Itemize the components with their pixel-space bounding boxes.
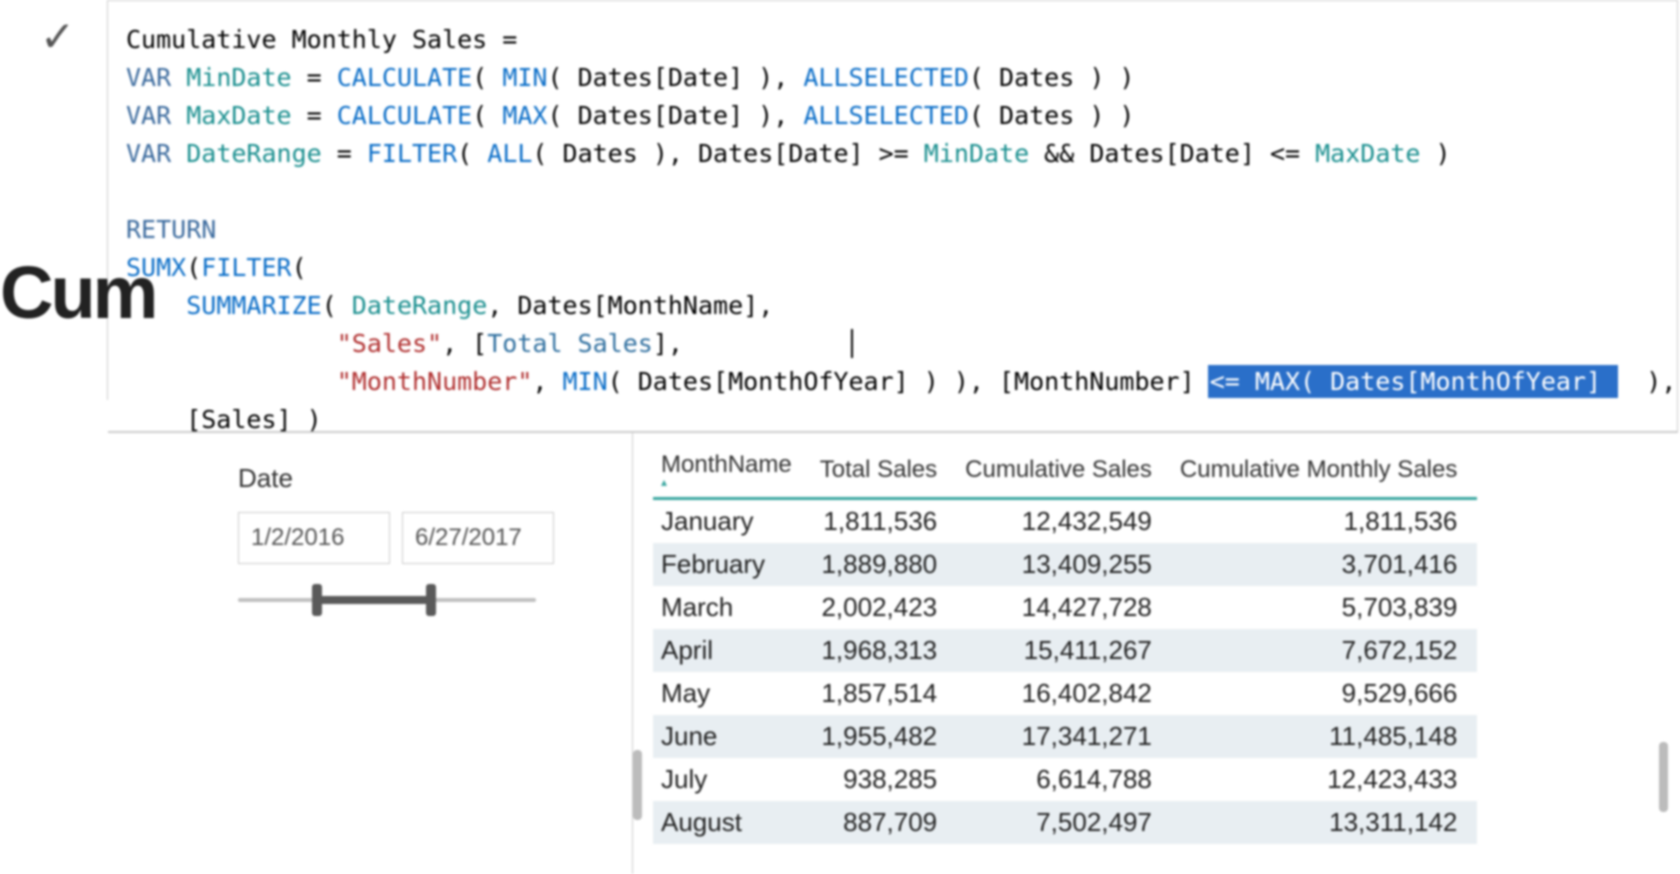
cell-value: 938,285: [812, 758, 957, 801]
cell-value: 13,409,255: [957, 543, 1172, 586]
cell-value: 11,485,148: [1172, 715, 1477, 758]
slider-handle-end[interactable]: [426, 584, 436, 616]
cell-month: June: [653, 715, 812, 758]
table-row[interactable]: July938,2856,614,78812,423,433: [653, 758, 1477, 801]
cell-month: March: [653, 586, 812, 629]
cell-month: May: [653, 672, 812, 715]
commit-check-icon[interactable]: ✓: [40, 12, 75, 61]
column-header[interactable]: Cumulative Sales: [957, 443, 1172, 499]
data-table[interactable]: MonthNameTotal SalesCumulative SalesCumu…: [633, 433, 1678, 874]
cell-value: 14,427,728: [957, 586, 1172, 629]
date-slicer[interactable]: Date 1/2/2016 6/27/2017: [108, 433, 633, 874]
cell-value: 887,709: [812, 801, 957, 844]
cell-value: 15,411,267: [957, 629, 1172, 672]
cell-value: 1,968,313: [812, 629, 957, 672]
table-row[interactable]: January1,811,53612,432,5491,811,536: [653, 499, 1477, 544]
cell-month: April: [653, 629, 812, 672]
column-header[interactable]: Cumulative Monthly Sales: [1172, 443, 1477, 499]
slider-handle-start[interactable]: [312, 584, 322, 616]
cell-value: 5,703,839: [1172, 586, 1477, 629]
cell-value: 13,311,142: [1172, 801, 1477, 844]
formula-gutter: ✓: [0, 0, 108, 400]
cell-value: 1,955,482: [812, 715, 957, 758]
report-canvas: Date 1/2/2016 6/27/2017 MonthNameTotal S…: [108, 432, 1678, 874]
cell-value: 9,529,666: [1172, 672, 1477, 715]
cell-value: 1,811,536: [1172, 499, 1477, 544]
scrollbar-right-thumb[interactable]: [1659, 742, 1668, 812]
column-header[interactable]: MonthName: [653, 443, 812, 499]
date-end-input[interactable]: 6/27/2017: [402, 512, 554, 564]
cell-value: 17,341,271: [957, 715, 1172, 758]
table-row[interactable]: August887,7097,502,49713,311,142: [653, 801, 1477, 844]
cell-value: 1,889,880: [812, 543, 957, 586]
cell-value: 7,502,497: [957, 801, 1172, 844]
cell-value: 16,402,842: [957, 672, 1172, 715]
scrollbar-left-thumb[interactable]: [633, 750, 642, 820]
cell-value: 12,423,433: [1172, 758, 1477, 801]
cell-value: 3,701,416: [1172, 543, 1477, 586]
cell-month: August: [653, 801, 812, 844]
cell-value: 1,857,514: [812, 672, 957, 715]
cell-month: January: [653, 499, 812, 544]
cell-month: July: [653, 758, 812, 801]
table-row[interactable]: June1,955,48217,341,27111,485,148: [653, 715, 1477, 758]
cell-month: February: [653, 543, 812, 586]
cell-value: 6,614,788: [957, 758, 1172, 801]
table-row[interactable]: February1,889,88013,409,2553,701,416: [653, 543, 1477, 586]
date-start-input[interactable]: 1/2/2016: [238, 512, 390, 564]
date-range-slider[interactable]: [238, 580, 536, 620]
table-row[interactable]: March2,002,42314,427,7285,703,839: [653, 586, 1477, 629]
cell-value: 1,811,536: [812, 499, 957, 544]
column-header[interactable]: Total Sales: [812, 443, 957, 499]
cell-value: 7,672,152: [1172, 629, 1477, 672]
slider-fill: [316, 596, 431, 604]
cell-value: 2,002,423: [812, 586, 957, 629]
table-row[interactable]: April1,968,31315,411,2677,672,152: [653, 629, 1477, 672]
cell-value: 12,432,549: [957, 499, 1172, 544]
slicer-label: Date: [238, 463, 632, 494]
table-row[interactable]: May1,857,51416,402,8429,529,666: [653, 672, 1477, 715]
formula-bar[interactable]: Cumulative Monthly Sales = VAR MinDate =…: [108, 0, 1678, 432]
